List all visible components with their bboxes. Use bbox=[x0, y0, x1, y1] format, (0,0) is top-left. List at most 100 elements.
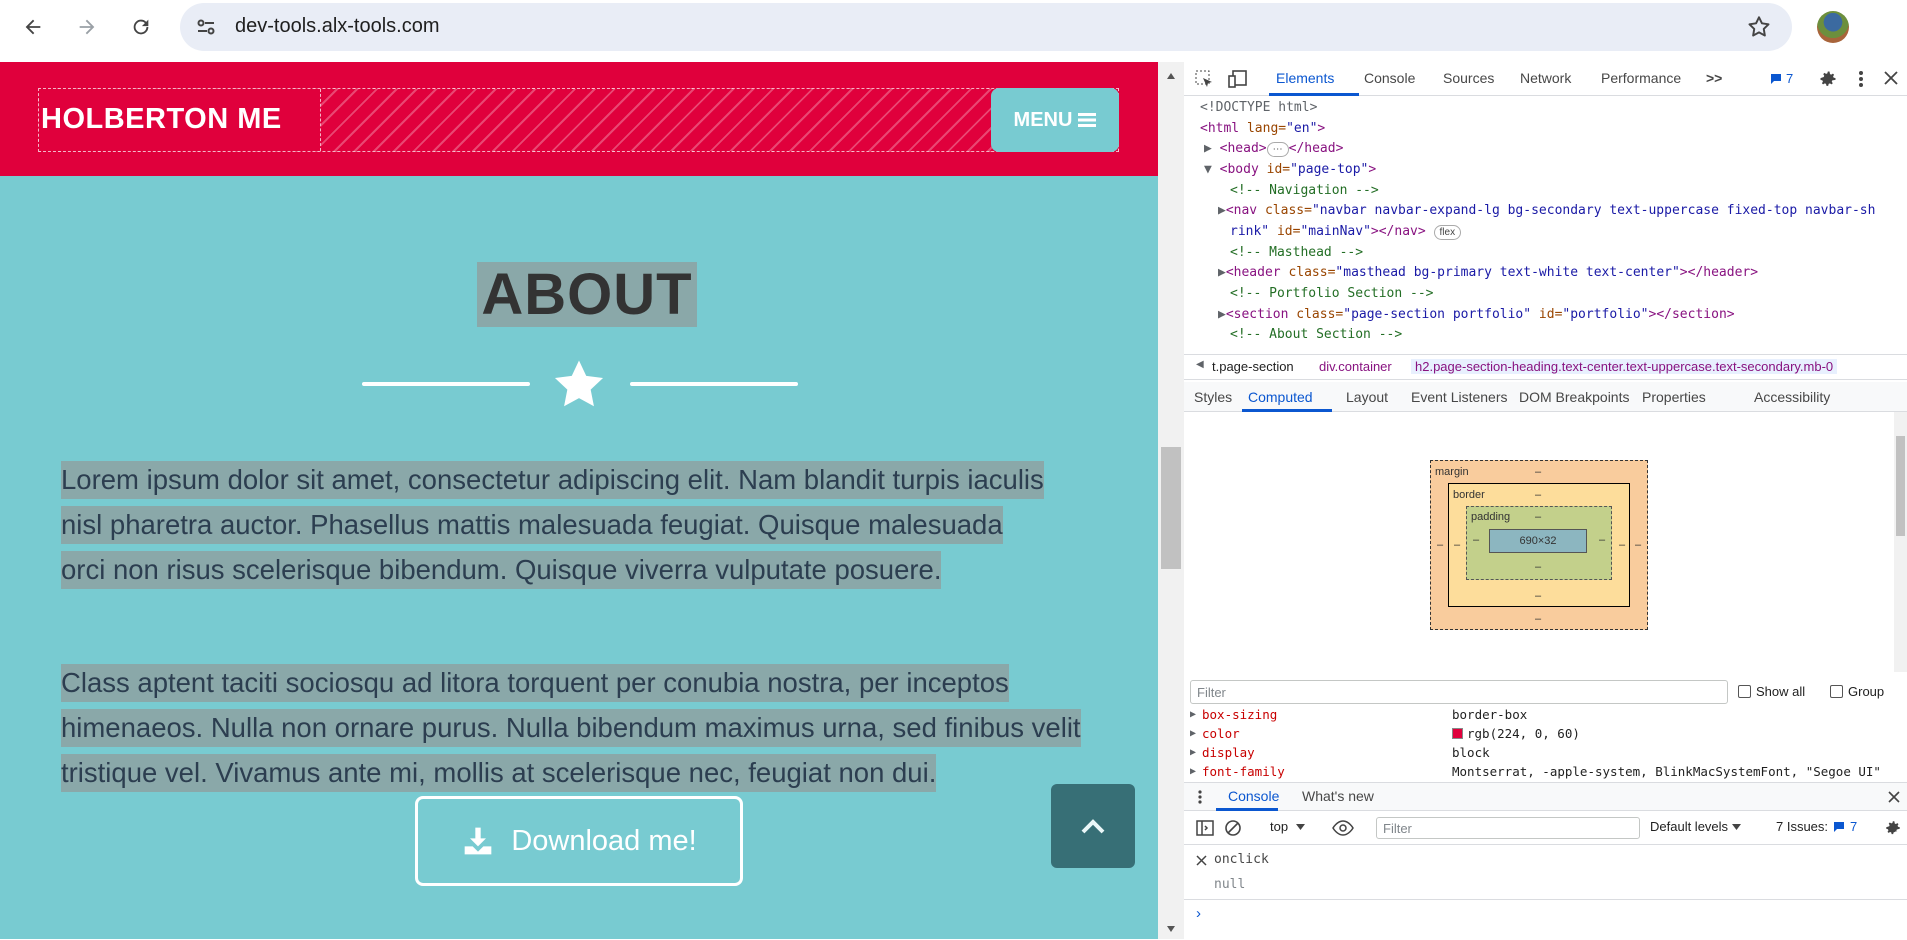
menu-button[interactable]: MENU bbox=[991, 88, 1119, 152]
page-scroll-thumb[interactable] bbox=[1161, 447, 1181, 569]
dom-line[interactable]: ▶ <head> ⋯ </head> bbox=[1204, 139, 1343, 160]
dom-line[interactable]: <!DOCTYPE html> bbox=[1200, 98, 1317, 119]
dom-line[interactable]: <!-- Navigation --> bbox=[1230, 181, 1379, 202]
drawer-menu-icon[interactable] bbox=[1198, 789, 1202, 805]
scroll-up-arrow-icon[interactable] bbox=[1166, 72, 1176, 80]
more-options-icon[interactable] bbox=[1858, 69, 1864, 89]
group-checkbox[interactable]: Group bbox=[1830, 684, 1884, 699]
back-button[interactable] bbox=[16, 10, 50, 44]
expand-triangle-icon[interactable]: ▶ bbox=[1190, 728, 1196, 739]
page-scrollbar[interactable] bbox=[1158, 62, 1184, 939]
drawer-tab-whats-new[interactable]: What's new bbox=[1302, 788, 1374, 804]
console-prompt-chevron-icon[interactable]: › bbox=[1196, 905, 1201, 922]
filter-placeholder: Filter bbox=[1197, 685, 1226, 700]
breadcrumb-scroll-left-icon[interactable]: ◀ bbox=[1196, 359, 1204, 370]
scroll-down-arrow-icon[interactable] bbox=[1166, 925, 1176, 933]
arrow-right-icon bbox=[79, 19, 95, 35]
dom-line[interactable]: ▼ <body id="page-top"> bbox=[1204, 160, 1376, 181]
expand-triangle-icon[interactable]: ▶ bbox=[1190, 709, 1196, 720]
reload-icon bbox=[133, 19, 149, 35]
computed-property-row[interactable]: ▶ box-sizing border-box bbox=[1190, 707, 1890, 726]
dom-line[interactable]: <!-- About Section --> bbox=[1230, 325, 1402, 346]
more-tabs-button[interactable]: >> bbox=[1706, 70, 1722, 86]
issues-indicator[interactable]: 7 bbox=[1770, 71, 1793, 86]
computed-filter-input[interactable]: Filter bbox=[1190, 680, 1728, 704]
download-button[interactable]: Download me! bbox=[415, 796, 743, 886]
dom-line[interactable]: ▶<header class="masthead bg-primary text… bbox=[1218, 263, 1758, 284]
tag: </head> bbox=[1288, 141, 1344, 156]
close-drawer-icon[interactable] bbox=[1888, 791, 1900, 803]
expand-triangle-icon[interactable]: ▶ bbox=[1204, 141, 1220, 156]
breadcrumb-item[interactable]: t.page-section bbox=[1212, 359, 1294, 374]
site-info-icon[interactable] bbox=[194, 15, 218, 39]
address-bar[interactable]: dev-tools.alx-tools.com bbox=[180, 3, 1792, 51]
expand-triangle-icon[interactable]: ▶ bbox=[1190, 747, 1196, 758]
forward-button[interactable] bbox=[70, 10, 104, 44]
tab-network[interactable]: Network bbox=[1520, 70, 1571, 86]
tag: <body bbox=[1219, 162, 1267, 177]
dom-line[interactable]: rink" id="mainNav"></nav> flex bbox=[1230, 222, 1462, 243]
tab-layout[interactable]: Layout bbox=[1346, 389, 1388, 405]
tab-accessibility[interactable]: Accessibility bbox=[1754, 389, 1830, 405]
reload-button[interactable] bbox=[124, 10, 158, 44]
tab-properties[interactable]: Properties bbox=[1642, 389, 1706, 405]
tab-console[interactable]: Console bbox=[1364, 70, 1415, 86]
remove-expression-icon[interactable] bbox=[1196, 855, 1207, 866]
breadcrumb-item[interactable]: div.container bbox=[1319, 359, 1392, 374]
console-filter-input[interactable]: Filter bbox=[1376, 817, 1640, 839]
dom-line[interactable]: ▶<nav class="navbar navbar-expand-lg bg-… bbox=[1218, 201, 1875, 222]
show-all-checkbox[interactable]: Show all bbox=[1738, 684, 1805, 699]
log-levels-dropdown[interactable]: Default levels bbox=[1650, 819, 1742, 834]
drawer-tab-console[interactable]: Console bbox=[1228, 788, 1279, 804]
tag: ></header> bbox=[1679, 265, 1759, 280]
close-devtools-icon[interactable] bbox=[1884, 71, 1898, 85]
breadcrumb-item-selected[interactable]: h2.page-section-heading.text-center.text… bbox=[1411, 359, 1838, 374]
tab-sources[interactable]: Sources bbox=[1443, 70, 1494, 86]
profile-avatar[interactable] bbox=[1817, 11, 1849, 43]
collapse-triangle-icon[interactable]: ▼ bbox=[1204, 162, 1220, 177]
expand-triangle-icon[interactable]: ▶ bbox=[1190, 766, 1196, 777]
attr-value: "masthead bg-primary text-white text-cen… bbox=[1335, 265, 1680, 280]
site-brand[interactable]: HOLBERTON ME bbox=[41, 103, 282, 136]
bookmark-star-icon[interactable] bbox=[1746, 14, 1772, 40]
context-selector[interactable]: top bbox=[1270, 819, 1306, 834]
sidebar-toggle-icon[interactable] bbox=[1196, 820, 1214, 836]
inspect-element-icon[interactable] bbox=[1194, 69, 1214, 89]
tab-styles[interactable]: Styles bbox=[1194, 389, 1232, 405]
checkbox-box[interactable] bbox=[1830, 685, 1843, 698]
scroll-to-top-button[interactable] bbox=[1051, 784, 1135, 868]
computed-property-row[interactable]: ▶ color rgb(224, 0, 60) bbox=[1190, 726, 1890, 745]
tab-performance[interactable]: Performance bbox=[1601, 70, 1681, 86]
console-issues-indicator[interactable]: 7 Issues: 7 bbox=[1776, 819, 1857, 834]
computed-scroll-thumb[interactable] bbox=[1896, 436, 1905, 536]
flex-badge[interactable]: flex bbox=[1433, 225, 1462, 240]
computed-property-row[interactable]: ▶ font-family Montserrat, -apple-system,… bbox=[1190, 764, 1890, 780]
dom-line[interactable]: <!-- Masthead --> bbox=[1230, 243, 1363, 264]
expand-triangle-icon[interactable]: ▶ bbox=[1218, 203, 1226, 218]
url-text[interactable]: dev-tools.alx-tools.com bbox=[235, 15, 440, 38]
checkbox-box[interactable] bbox=[1738, 685, 1751, 698]
tag-end: > bbox=[1317, 121, 1326, 136]
tab-elements[interactable]: Elements bbox=[1276, 70, 1334, 86]
color-swatch[interactable] bbox=[1452, 728, 1463, 739]
padding-label: padding bbox=[1471, 511, 1511, 523]
dom-line[interactable]: <html lang="en"> bbox=[1200, 119, 1325, 140]
clear-console-icon[interactable] bbox=[1224, 819, 1242, 837]
dom-line[interactable]: ▶<section class="page-section portfolio"… bbox=[1218, 305, 1735, 326]
tab-event-listeners[interactable]: Event Listeners bbox=[1411, 389, 1508, 405]
expand-triangle-icon[interactable]: ▶ bbox=[1218, 265, 1226, 280]
live-expression[interactable]: onclick bbox=[1214, 852, 1269, 867]
console-settings-gear-icon[interactable] bbox=[1884, 819, 1902, 837]
issues-count: 7 bbox=[1850, 819, 1858, 834]
live-expression-eye-icon[interactable] bbox=[1332, 820, 1354, 836]
dom-tree[interactable]: <!DOCTYPE html> <html lang="en"> ▶ <head… bbox=[1184, 98, 1907, 354]
expand-triangle-icon[interactable]: ▶ bbox=[1218, 307, 1226, 322]
collapsed-ellipsis[interactable]: ⋯ bbox=[1266, 142, 1289, 157]
dom-line[interactable]: <!-- Portfolio Section --> bbox=[1230, 284, 1434, 305]
tab-computed[interactable]: Computed bbox=[1248, 389, 1313, 405]
tab-dom-breakpoints[interactable]: DOM Breakpoints bbox=[1519, 389, 1629, 405]
computed-property-row[interactable]: ▶ display block bbox=[1190, 745, 1890, 764]
device-toggle-icon[interactable] bbox=[1228, 69, 1248, 89]
settings-gear-icon[interactable] bbox=[1818, 69, 1838, 89]
computed-scrollbar[interactable] bbox=[1894, 412, 1907, 672]
